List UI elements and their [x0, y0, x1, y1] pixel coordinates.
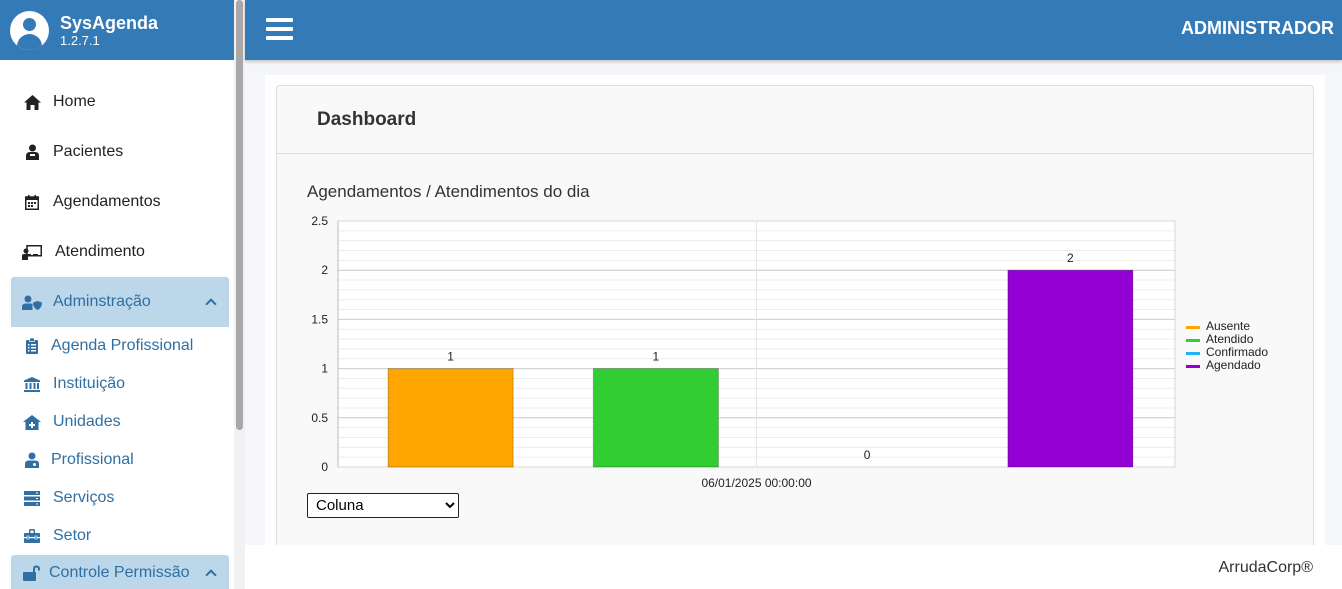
legend-label: Confirmado [1206, 345, 1268, 359]
landmark-icon [21, 376, 43, 392]
admin-submenu: Agenda Profissional Instituição Unidades… [11, 327, 229, 555]
chart-type-select[interactable]: Coluna [307, 493, 459, 518]
legend-label: Agendado [1206, 358, 1261, 372]
sidebar: SysAgenda 1.2.7.1 Home Pacientes Agendam… [0, 0, 245, 589]
legend-swatch [1186, 339, 1200, 342]
server-icon [21, 490, 43, 506]
sidebar-scrollbar[interactable] [234, 0, 245, 589]
submenu-item-setor[interactable]: Setor [11, 517, 229, 555]
y-tick-label: 2 [321, 263, 328, 277]
submenu-item-agenda-profissional[interactable]: Agenda Profissional [11, 327, 229, 365]
bar [387, 368, 514, 468]
user-name[interactable]: ADMINISTRADOR [1181, 18, 1334, 39]
y-tick-label: 2.5 [311, 214, 328, 228]
y-tick-label: 1 [321, 362, 328, 376]
submenu-item-label: Setor [53, 527, 92, 544]
legend-label: Ausente [1206, 319, 1250, 333]
y-tick-label: 1.5 [311, 312, 328, 326]
sidebar-menu: Home Pacientes Agendamentos Atendimento … [11, 77, 229, 589]
topbar: ADMINISTRADOR [245, 0, 1342, 60]
submenu-item-label: Unidades [53, 413, 121, 430]
bar-chart: 0 0.5 1 1.5 2 2.5 1 1 0 2 06/01/2025 00:00:00 Ausen… [311, 214, 1268, 490]
sidebar-item-label: Adminstração [53, 293, 151, 310]
bar [592, 368, 719, 468]
submenu-item-instituicao[interactable]: Instituição [11, 365, 229, 403]
chart-title: Agendamentos / Atendimentos do dia [307, 182, 590, 201]
chevron-up-icon [205, 298, 217, 310]
unlock-icon [21, 565, 43, 581]
page-title: Dashboard [317, 108, 417, 130]
hamburger-menu-icon[interactable] [266, 18, 293, 40]
scrollbar-thumb[interactable] [236, 0, 243, 430]
home-icon [21, 94, 43, 110]
card-header: Dashboard [277, 86, 1313, 154]
clipboard-list-icon [21, 338, 43, 354]
data-label: 1 [447, 350, 454, 364]
brand-version: 1.2.7.1 [60, 32, 100, 48]
sidebar-item-atendimento[interactable]: Atendimento [11, 227, 229, 277]
footer-copyright: ArrudaCorp® [1218, 559, 1314, 576]
chevron-up-icon [205, 569, 217, 581]
brand: SysAgenda 1.2.7.1 [0, 0, 245, 60]
house-medical-icon [21, 414, 43, 430]
user-injured-icon [21, 144, 43, 160]
sidebar-item-controle-permissao[interactable]: Controle Permissão [11, 555, 229, 589]
sidebar-item-agendamentos[interactable]: Agendamentos [11, 177, 229, 227]
sidebar-item-administracao[interactable]: Adminstração [11, 277, 229, 327]
bar [1007, 269, 1134, 468]
legend-swatch [1186, 326, 1200, 329]
user-avatar-icon [10, 10, 49, 50]
brand-name: SysAgenda [60, 12, 159, 33]
toolbox-icon [21, 529, 43, 543]
submenu-item-label: Profissional [51, 451, 134, 468]
dashboard-card: Dashboard Agendamentos / Atendimentos do… [276, 85, 1314, 555]
legend-label: Atendido [1206, 332, 1254, 346]
submenu-item-profissional[interactable]: Profissional [11, 441, 229, 479]
legend-swatch [1186, 365, 1200, 368]
legend-swatch [1186, 352, 1200, 355]
sidebar-item-label: Pacientes [53, 143, 124, 160]
sidebar-item-label: Home [53, 93, 96, 110]
y-tick-label: 0 [321, 460, 328, 474]
chalkboard-teacher-icon [21, 244, 43, 260]
user-shield-icon [21, 295, 43, 310]
footer: ArrudaCorp® [245, 545, 1342, 589]
sidebar-item-label: Agendamentos [53, 193, 161, 210]
x-tick-label: 06/01/2025 00:00:00 [701, 476, 811, 490]
data-label: 1 [653, 350, 660, 364]
sidebar-item-pacientes[interactable]: Pacientes [11, 127, 229, 177]
submenu-item-unidades[interactable]: Unidades [11, 403, 229, 441]
y-tick-label: 0.5 [311, 411, 328, 425]
data-label: 2 [1067, 251, 1074, 265]
user-doctor-icon [21, 452, 43, 468]
data-label: 0 [864, 448, 871, 462]
submenu-item-label: Serviços [53, 489, 115, 506]
submenu-item-label: Agenda Profissional [51, 337, 194, 354]
submenu-item-servicos[interactable]: Serviços [11, 479, 229, 517]
sidebar-item-home[interactable]: Home [11, 77, 229, 127]
submenu-item-label: Instituição [53, 375, 126, 392]
calendar-icon [21, 194, 43, 210]
sidebar-item-label: Atendimento [55, 243, 145, 260]
sidebar-item-label: Controle Permissão [49, 564, 190, 581]
